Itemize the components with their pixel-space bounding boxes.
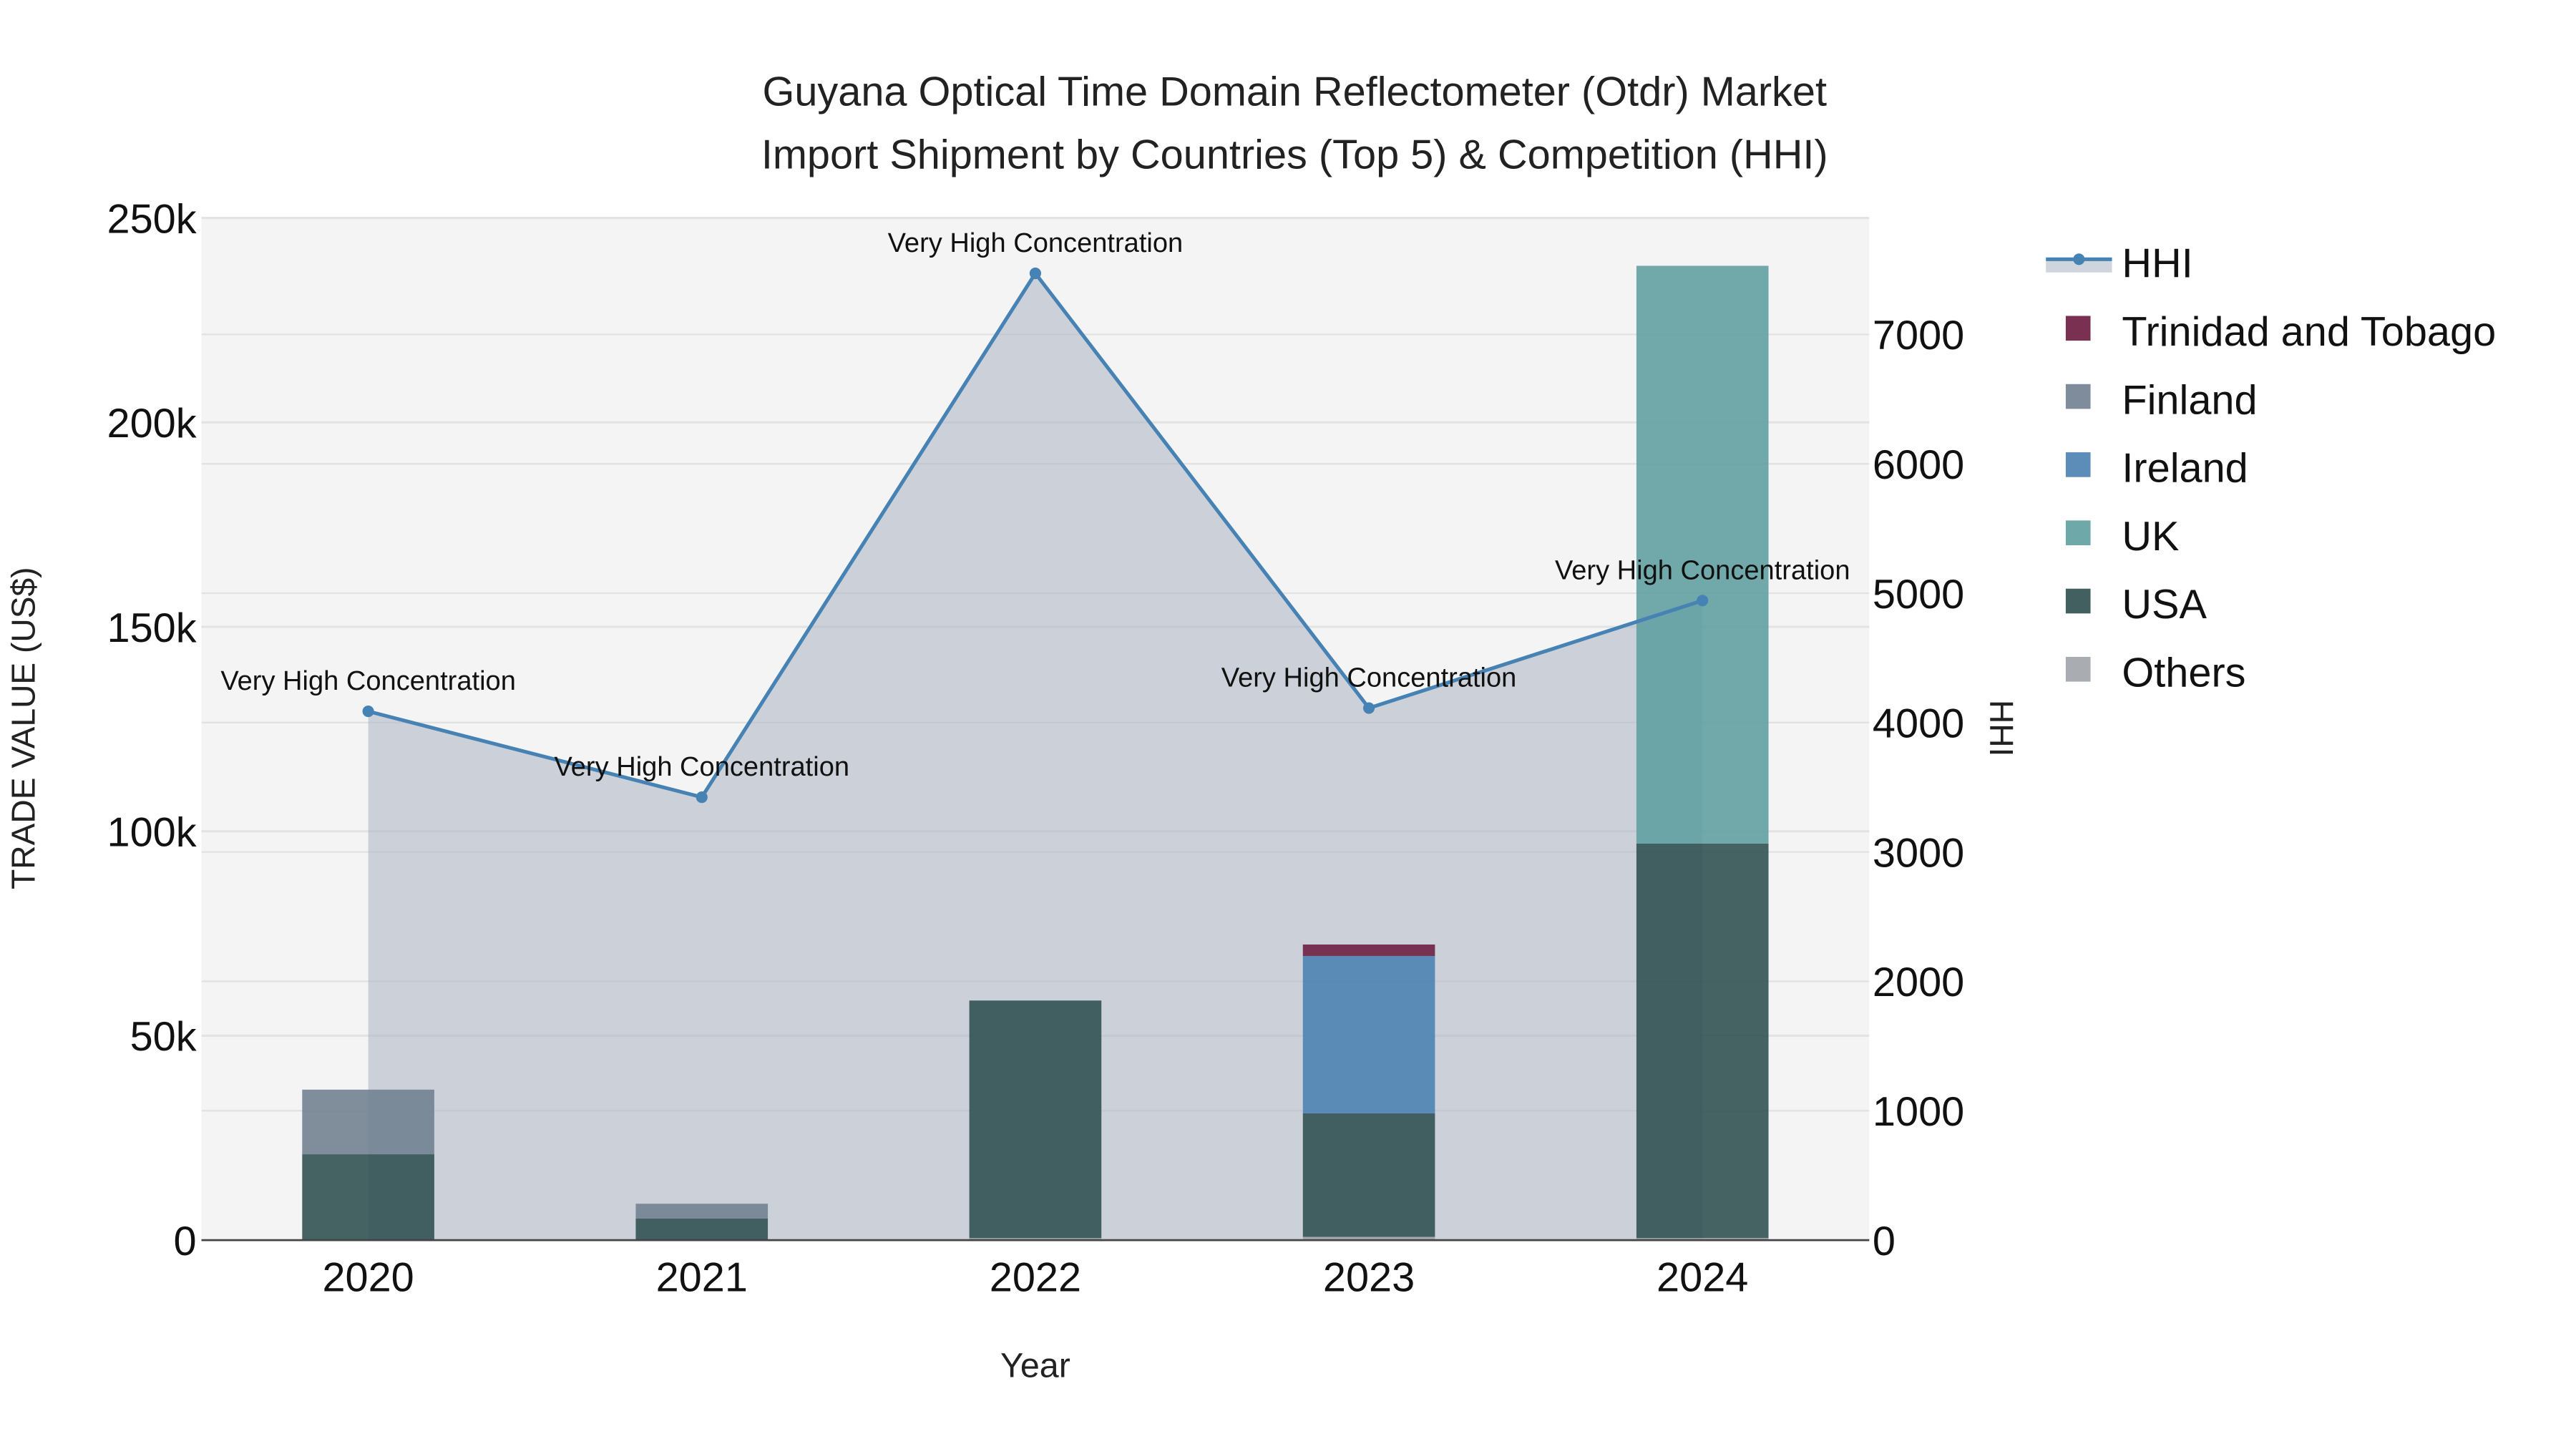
legend-item-usa[interactable]: USA [2065,582,2207,628]
chart: Very High Concentration Very High Concent… [4,69,2496,1385]
y2-tick-label: 1000 [1873,1089,1964,1135]
hhi-annotation: Very High Concentration [888,228,1184,258]
hhi-annotation: Very High Concentration [1221,663,1517,693]
legend-swatch [2065,588,2091,614]
legend-label: HHI [2122,241,2192,287]
legend-swatch [2065,657,2091,682]
chart-title-line1: Guyana Optical Time Domain Reflectometer… [762,69,1827,115]
bar-ireland [1302,955,1435,1113]
bar-usa [969,1000,1102,1239]
y2-axis-ticks: 0 1000 2000 3000 4000 5000 6000 7000 [1873,313,1964,1264]
y-tick-label: 0 [174,1219,197,1264]
x-tick-label: 2020 [322,1255,414,1301]
legend-item-hhi[interactable]: HHI [2046,241,2193,287]
bar-usa [302,1154,434,1241]
hhi-point [696,791,708,804]
legend-item-uk[interactable]: UK [2065,514,2180,560]
x-tick-label: 2024 [1657,1255,1748,1301]
legend-label: Finland [2122,377,2257,423]
chart-title-line2: Import Shipment by Countries (Top 5) & C… [761,132,1828,177]
y2-tick-label: 0 [1873,1219,1896,1264]
bar-finland [635,1204,769,1219]
x-tick-label: 2022 [990,1255,1081,1301]
y-axis-ticks: 0 50k 100k 150k 200k 250k [107,196,197,1264]
legend-label: Trinidad and Tobago [2122,309,2496,355]
y-tick-label: 100k [107,809,197,855]
legend-item-others[interactable]: Others [2065,650,2246,696]
legend-swatch [2065,520,2091,545]
legend-item-trinidad-and-tobago[interactable]: Trinidad and Tobago [2065,309,2496,355]
legend-swatch [2065,384,2091,409]
x-axis-label: Year [1000,1347,1070,1385]
legend-item-finland[interactable]: Finland [2065,377,2258,423]
bar-uk [1636,265,1769,844]
hhi-point [1029,267,1041,280]
legend-label: Others [2122,650,2245,696]
bar-finland [302,1089,434,1155]
y-tick-label: 200k [107,401,197,447]
hhi-point [1363,702,1375,714]
legend-swatch [2065,316,2091,341]
y-axis-label: TRADE VALUE (US$) [4,567,42,889]
legend-swatch-marker [2073,253,2085,265]
y-tick-label: 150k [107,605,197,651]
legend-label: USA [2122,582,2207,628]
hhi-annotation: Very High Concentration [554,752,849,782]
hhi-annotation: Very High Concentration [220,666,516,696]
legend-swatch [2065,452,2091,477]
bar-usa [635,1218,769,1241]
y2-tick-label: 2000 [1873,960,1964,1005]
y2-axis-label: HHI [1983,700,2020,756]
y2-tick-label: 4000 [1873,701,1964,747]
bar-usa [1636,843,1769,1239]
y-tick-label: 250k [107,196,197,242]
x-axis-ticks: 2020 2021 2022 2023 2024 [322,1255,1748,1301]
hhi-point [362,705,374,718]
y2-tick-label: 6000 [1873,442,1964,488]
legend-label: UK [2122,514,2179,560]
hhi-annotation: Very High Concentration [1555,555,1850,585]
bar-trinidad-and-tobago [1302,944,1435,956]
bar-usa [1302,1113,1435,1237]
y-tick-label: 50k [130,1014,197,1060]
y2-tick-label: 3000 [1873,830,1964,876]
hhi-point [1697,595,1709,607]
legend-label: Ireland [2122,446,2248,492]
y2-tick-label: 7000 [1873,313,1964,358]
x-tick-label: 2021 [656,1255,748,1301]
legend: HHI Trinidad and Tobago Finland Ireland UK US… [2046,241,2496,696]
y2-tick-label: 5000 [1873,572,1964,618]
legend-item-ireland[interactable]: Ireland [2065,446,2248,492]
x-tick-label: 2023 [1323,1255,1415,1301]
